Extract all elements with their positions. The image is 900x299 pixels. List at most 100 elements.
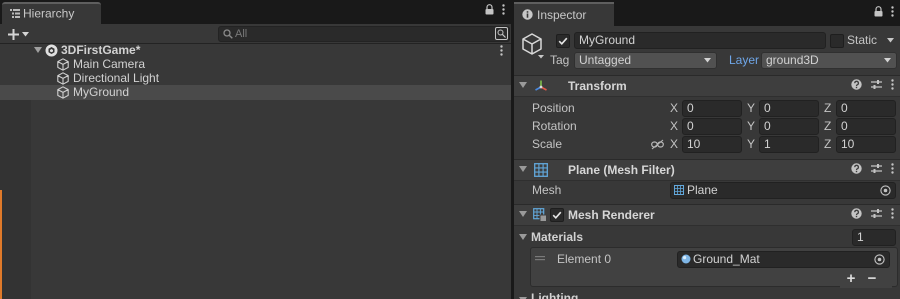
- hierarchy-panel: Hierarchy All 3DFirstGame* Main Camera D…: [0, 0, 511, 299]
- mesh-renderer-enabled-checkbox[interactable]: [550, 208, 564, 222]
- collapse-arrow-icon[interactable]: [519, 82, 527, 88]
- hierarchy-gutter: [0, 100, 31, 299]
- gameobject-large-icon[interactable]: [522, 33, 544, 59]
- layer-value: ground3D: [766, 53, 819, 67]
- scene-menu-icon[interactable]: [500, 45, 503, 56]
- lock-icon[interactable]: [485, 4, 494, 15]
- unity-scene-icon: [45, 44, 58, 57]
- remove-material-button[interactable]: −: [862, 271, 882, 287]
- gameobject-cube-icon: [57, 72, 69, 85]
- dropdown-arrow-icon: [22, 31, 29, 37]
- hierarchy-tab-label: Hierarchy: [23, 6, 75, 21]
- kebab-menu-icon[interactable]: [891, 6, 894, 17]
- position-z-field[interactable]: 0: [836, 100, 896, 117]
- position-y-field[interactable]: 0: [759, 100, 819, 117]
- help-icon[interactable]: [851, 163, 862, 174]
- rotation-z-field[interactable]: 0: [836, 118, 896, 135]
- hierarchy-tab[interactable]: Hierarchy: [2, 2, 101, 24]
- kebab-menu-icon[interactable]: [502, 4, 505, 15]
- scale-x-label[interactable]: X: [670, 136, 678, 153]
- kebab-menu-icon[interactable]: [891, 208, 894, 219]
- mesh-value: Plane: [687, 183, 718, 197]
- expand-arrow-icon[interactable]: [34, 47, 42, 53]
- object-picker-icon[interactable]: [874, 254, 885, 265]
- position-z-label[interactable]: Z: [824, 100, 831, 117]
- hierarchy-search-field[interactable]: All: [218, 26, 510, 42]
- dropdown-arrow-icon: [884, 58, 891, 63]
- layer-dropdown[interactable]: ground3D: [761, 52, 897, 69]
- hierarchy-tab-tools: [485, 4, 505, 15]
- kebab-menu-icon[interactable]: [891, 79, 894, 90]
- position-y-label[interactable]: Y: [747, 100, 755, 117]
- scale-label: Scale: [532, 137, 563, 151]
- materials-collapse-arrow-icon[interactable]: [519, 234, 527, 240]
- position-x-field[interactable]: 0: [682, 100, 742, 117]
- hierarchy-item-label: MyGround: [73, 85, 130, 99]
- presets-sliders-icon[interactable]: [871, 208, 882, 219]
- add-material-button[interactable]: +: [841, 271, 861, 287]
- transform-title: Transform: [568, 79, 627, 93]
- presets-sliders-icon[interactable]: [871, 163, 882, 174]
- hierarchy-item-label: Directional Light: [73, 71, 160, 85]
- hierarchy-toolbar: All: [0, 24, 511, 44]
- inspector-tab[interactable]: Inspector: [514, 2, 614, 26]
- static-dropdown-arrow-icon[interactable]: [887, 38, 894, 43]
- inspector-tabbar: Inspector: [514, 0, 900, 26]
- drag-handle-icon[interactable]: [535, 256, 545, 261]
- mesh-renderer-header[interactable]: Mesh Renderer: [514, 204, 900, 226]
- gameobject-cube-icon: [57, 86, 69, 99]
- object-name-field[interactable]: MyGround: [574, 32, 826, 49]
- scene-row[interactable]: 3DFirstGame*: [0, 43, 511, 58]
- mesh-object-field[interactable]: Plane: [670, 182, 896, 199]
- lighting-label[interactable]: Lighting: [531, 290, 578, 299]
- gameobject-cube-icon: [57, 58, 69, 71]
- element-0-value: Ground_Mat: [693, 252, 760, 266]
- rotation-x-label[interactable]: X: [670, 118, 678, 135]
- help-icon[interactable]: [851, 208, 862, 219]
- rotation-x-field[interactable]: 0: [682, 118, 742, 135]
- collapse-arrow-icon[interactable]: [519, 166, 527, 172]
- mesh-grid-icon: [674, 185, 684, 195]
- layer-label: Layer: [729, 53, 760, 67]
- tag-value: Untagged: [579, 53, 632, 67]
- hierarchy-item-myground[interactable]: MyGround: [0, 85, 511, 100]
- kebab-menu-icon[interactable]: [891, 163, 894, 174]
- link-constrain-icon[interactable]: [651, 139, 664, 150]
- hierarchy-item-directional-light[interactable]: Directional Light: [0, 71, 511, 86]
- help-icon[interactable]: [851, 79, 862, 90]
- rotation-z-label[interactable]: Z: [824, 118, 831, 135]
- presets-sliders-icon[interactable]: [871, 79, 882, 90]
- scale-z-label[interactable]: Z: [824, 136, 831, 153]
- position-x-label[interactable]: X: [670, 100, 678, 117]
- scale-y-field[interactable]: 1: [759, 136, 819, 153]
- tag-dropdown[interactable]: Untagged: [574, 52, 717, 69]
- search-placeholder: All: [235, 28, 248, 40]
- scale-y-label[interactable]: Y: [747, 136, 755, 153]
- hierarchy-item-main-camera[interactable]: Main Camera: [0, 57, 511, 72]
- lock-icon[interactable]: [874, 6, 883, 17]
- static-label: Static: [847, 33, 878, 47]
- object-picker-icon[interactable]: [880, 185, 891, 196]
- scale-x-field[interactable]: 10: [682, 136, 742, 153]
- rotation-y-field[interactable]: 0: [759, 118, 819, 135]
- hierarchy-item-label: Main Camera: [73, 57, 146, 71]
- collapse-arrow-icon[interactable]: [519, 211, 527, 217]
- search-icon: [223, 29, 233, 39]
- active-checkbox[interactable]: [556, 34, 570, 48]
- materials-label[interactable]: Materials: [531, 229, 583, 246]
- mesh-filter-grid-icon: [534, 163, 548, 177]
- inspector-tab-label: Inspector: [537, 7, 587, 22]
- materials-count-field[interactable]: 1: [852, 229, 896, 246]
- scale-z-field[interactable]: 10: [836, 136, 896, 153]
- mesh-filter-title: Plane (Mesh Filter): [568, 163, 675, 177]
- mesh-filter-header[interactable]: Plane (Mesh Filter): [514, 159, 900, 181]
- static-checkbox[interactable]: [830, 34, 844, 48]
- inspector-tab-tools: [874, 6, 894, 17]
- search-options-icon[interactable]: [495, 27, 508, 40]
- create-button[interactable]: [8, 26, 29, 42]
- element-0-object-field[interactable]: Ground_Mat: [677, 251, 890, 268]
- mesh-label: Mesh: [532, 183, 562, 197]
- component-tools: [851, 79, 894, 90]
- rotation-y-label[interactable]: Y: [747, 118, 755, 135]
- transform-header[interactable]: Transform: [514, 75, 900, 97]
